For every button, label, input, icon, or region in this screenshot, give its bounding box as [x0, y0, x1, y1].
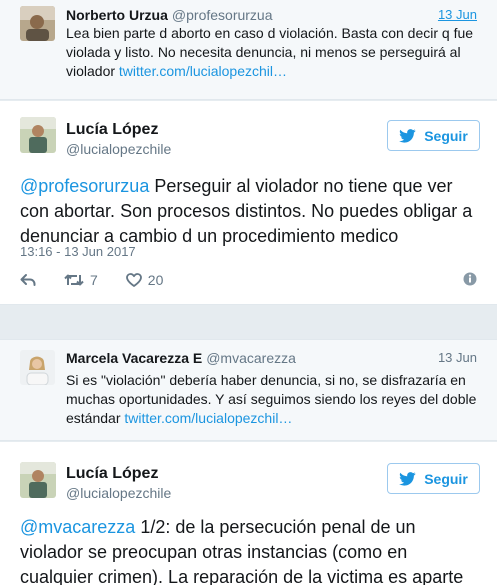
author-handle[interactable]: @mvacarezza — [206, 350, 296, 366]
reply-icon — [20, 274, 36, 286]
twitter-bird-icon — [399, 128, 416, 143]
like-button[interactable]: 20 — [125, 272, 164, 288]
like-count: 20 — [147, 272, 164, 288]
main-tweet-lucia-1: Lucía López @lucialopezchile Seguir @pro… — [0, 101, 497, 305]
retweet-count: 7 — [90, 272, 98, 288]
retweet-icon — [64, 274, 84, 286]
avatar-lucia[interactable] — [20, 462, 56, 498]
tweet-date[interactable]: 13 Jun — [438, 350, 477, 365]
quoted-tweet-norberto[interactable]: Norberto Urzua @profesorurzua 13 Jun Lea … — [0, 0, 497, 100]
follow-button[interactable]: Seguir — [387, 463, 480, 494]
tweet-text: @mvacarezza 1/2: de la persecución penal… — [20, 515, 480, 585]
tweet-timestamp[interactable]: 13:16 - 13 Jun 2017 — [20, 244, 136, 259]
author-name[interactable]: Lucía López — [66, 121, 158, 139]
author-name[interactable]: Norberto Urzua — [66, 7, 168, 23]
main-tweet-lucia-2: Lucía López @lucialopezchile Seguir @mva… — [0, 442, 497, 585]
tweet-text: Si es "violación" debería haber denuncia… — [66, 371, 481, 428]
author-name[interactable]: Marcela Vacarezza E — [66, 350, 202, 366]
follow-button-label: Seguir — [424, 127, 468, 144]
author-handle[interactable]: @lucialopezchile — [66, 485, 171, 501]
quoted-tweet-marcela[interactable]: Marcela Vacarezza E @mvacarezza 13 Jun Si… — [0, 339, 497, 441]
reply-button[interactable] — [20, 273, 36, 287]
tweet-link[interactable]: twitter.com/lucialopezchil… — [119, 63, 287, 79]
author-handle[interactable]: @profesorurzua — [172, 7, 273, 23]
twitter-bird-icon — [399, 471, 416, 486]
tweet-actions: 7 20 — [20, 270, 477, 290]
follow-button-label: Seguir — [424, 470, 468, 487]
tweet-text: @profesorurzua Perseguir al violador no … — [20, 174, 480, 249]
retweet-button[interactable]: 7 — [64, 272, 98, 288]
avatar-norberto[interactable] — [20, 6, 55, 41]
tweet-link[interactable]: twitter.com/lucialopezchil… — [124, 410, 292, 426]
follow-button[interactable]: Seguir — [387, 120, 480, 151]
tweet-date[interactable]: 13 Jun — [438, 7, 477, 22]
tweet-text: Lea bien parte d aborto en caso d violac… — [66, 24, 481, 81]
avatar-marcela[interactable] — [20, 350, 55, 385]
mention-link[interactable]: @profesorurzua — [20, 176, 149, 196]
avatar-lucia[interactable] — [20, 117, 56, 153]
author-handle[interactable]: @lucialopezchile — [66, 141, 171, 157]
mention-link[interactable]: @mvacarezza — [20, 517, 135, 537]
author-name[interactable]: Lucía López — [66, 465, 158, 483]
info-icon[interactable] — [463, 272, 477, 286]
heart-icon — [125, 273, 142, 287]
